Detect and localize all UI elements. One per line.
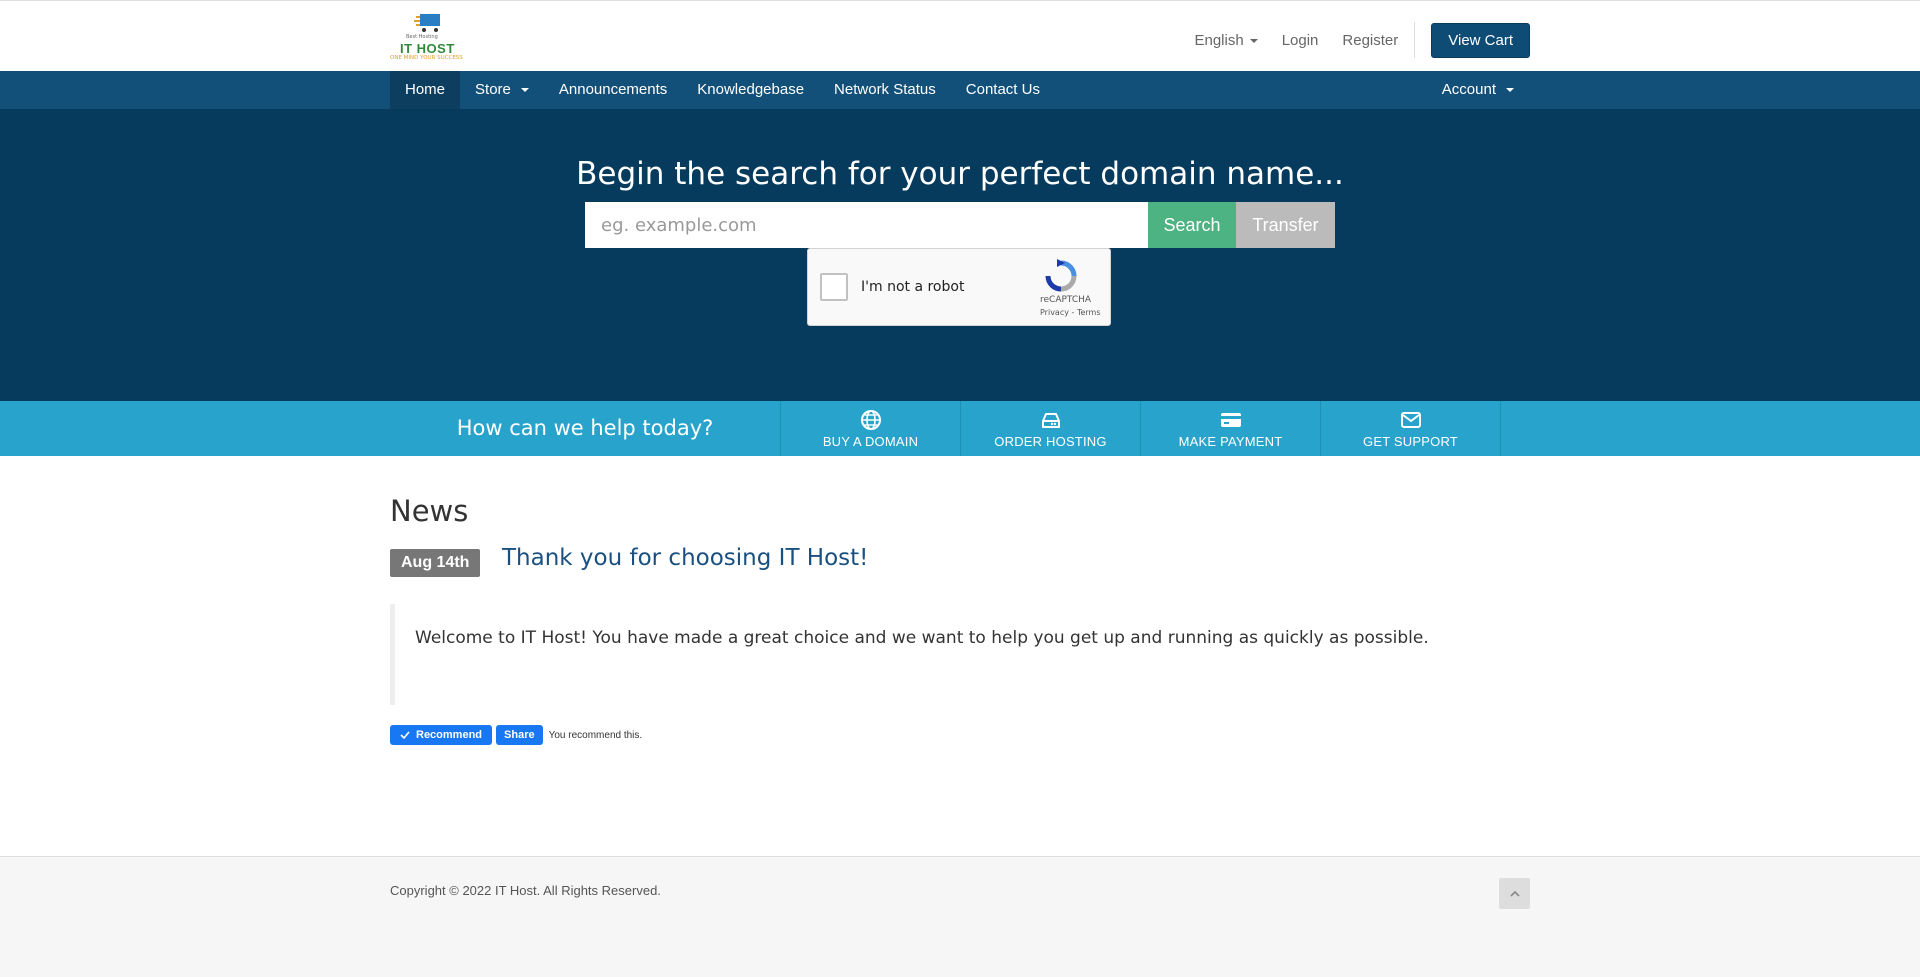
caret-down-icon [1249, 38, 1258, 43]
recommend-button[interactable]: Recommend [390, 725, 493, 745]
envelope-icon [1400, 411, 1421, 428]
help-bar: How can we help today? BUY A DOMAIN ORDE… [0, 401, 1920, 456]
divider [1414, 22, 1416, 58]
language-label: English [1194, 31, 1244, 49]
account-label: Account [1441, 81, 1496, 98]
language-selector[interactable]: English [1194, 31, 1258, 49]
buy-domain-label: BUY A DOMAIN [822, 433, 919, 449]
main-content: News Aug 14th Thank you for choosing IT … [0, 456, 1920, 856]
recaptcha-widget: I'm not a robot reCAPTCHA Privacy - Term… [807, 248, 1111, 326]
view-cart-button[interactable]: View Cart [1431, 22, 1530, 58]
nav-item-contact-us[interactable]: Contact Us [951, 71, 1055, 109]
order-hosting-label: ORDER HOSTING [994, 433, 1107, 449]
recaptcha-label: I'm not a robot [861, 279, 965, 295]
news-item-title[interactable]: Thank you for choosing IT Host! [502, 545, 868, 571]
transfer-button[interactable]: Transfer [1236, 202, 1335, 248]
make-payment-label: MAKE PAYMENT [1178, 433, 1283, 449]
checkmark-icon [400, 731, 410, 740]
recaptcha-checkbox[interactable] [820, 273, 848, 301]
news-item-body: Welcome to IT Host! You have made a grea… [390, 604, 1530, 705]
social-buttons: Recommend Share You recommend this. [390, 725, 642, 745]
search-button[interactable]: Search [1148, 202, 1236, 248]
logo-slogan: ONE MIND YOUR SUCCESS [390, 55, 463, 61]
nav-item-account[interactable]: Account [1426, 71, 1530, 109]
top-links: English Login Register View Cart [1194, 22, 1530, 58]
logo-tagline: Best Hosting [406, 34, 438, 40]
register-link[interactable]: Register [1342, 32, 1398, 49]
order-hosting-tile[interactable]: ORDER HOSTING [961, 401, 1141, 456]
news-heading: News [390, 494, 469, 528]
globe-icon [860, 409, 881, 430]
credit-card-icon [1220, 412, 1241, 427]
nav-item-knowledgebase[interactable]: Knowledgebase [682, 71, 819, 109]
share-button[interactable]: Share [496, 725, 543, 745]
logo-brand: IT HOST [400, 41, 455, 56]
login-link[interactable]: Login [1282, 32, 1319, 49]
help-question: How can we help today? [456, 416, 714, 440]
copyright-text: Copyright © 2022 IT Host. All Rights Res… [390, 883, 661, 898]
site-logo[interactable]: Best Hosting IT HOST ONE MIND YOUR SUCCE… [390, 11, 463, 63]
back-to-top-button[interactable] [1499, 878, 1530, 909]
nav-items: Home Store Announcements Knowledgebase N… [390, 71, 1055, 109]
nav-item-home[interactable]: Home [390, 71, 461, 109]
recommend-status-text: You recommend this. [548, 729, 643, 741]
nav-item-announcements[interactable]: Announcements [544, 71, 682, 109]
caret-down-icon [520, 88, 529, 93]
main-nav: Home Store Announcements Knowledgebase N… [0, 71, 1920, 109]
help-tiles: BUY A DOMAIN ORDER HOSTING MAKE PAYMENT [780, 401, 1501, 456]
chevron-up-icon [1509, 890, 1520, 897]
recaptcha-brand: reCAPTCHA [1040, 295, 1092, 305]
site-header: Best Hosting IT HOST ONE MIND YOUR SUCCE… [0, 0, 1920, 71]
caret-down-icon [1506, 88, 1514, 93]
buy-domain-tile[interactable]: BUY A DOMAIN [781, 401, 961, 456]
nav-item-network-status[interactable]: Network Status [819, 71, 951, 109]
recommend-label: Recommend [416, 729, 483, 741]
cart-logo-icon [414, 14, 440, 32]
domain-search-input[interactable] [585, 202, 1148, 248]
make-payment-tile[interactable]: MAKE PAYMENT [1141, 401, 1321, 456]
news-date-badge: Aug 14th [390, 549, 481, 577]
recaptcha-privacy-terms-link[interactable]: Privacy - Terms [1040, 308, 1101, 317]
get-support-label: GET SUPPORT [1363, 433, 1458, 449]
server-icon [1041, 412, 1060, 428]
hero-title: Begin the search for your perfect domain… [576, 156, 1344, 192]
nav-item-store-label: Store [475, 81, 511, 98]
nav-item-store[interactable]: Store [460, 71, 544, 109]
site-footer: Copyright © 2022 IT Host. All Rights Res… [0, 856, 1920, 977]
domain-search-hero: Begin the search for your perfect domain… [0, 109, 1920, 401]
domain-search-form: Search Transfer [585, 202, 1335, 248]
get-support-tile[interactable]: GET SUPPORT [1321, 401, 1501, 456]
recaptcha-logo-icon [1045, 259, 1077, 292]
